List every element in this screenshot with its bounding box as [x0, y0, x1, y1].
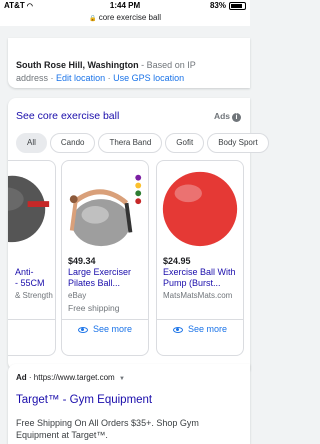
product-card[interactable]: Anti- - 55CM & Strength more: [8, 160, 56, 356]
see-more-link[interactable]: more: [8, 324, 55, 334]
shopping-ads-card: See core exercise ball Ads i All Cando Ther…: [8, 98, 269, 370]
lock-icon: 🔒: [89, 16, 97, 22]
product-store: & Strength: [15, 291, 53, 300]
chip-gofit[interactable]: Gofit: [165, 133, 205, 153]
product-name: Large Exerciser Pilates Ball...: [68, 267, 132, 288]
address-query: core exercise ball: [98, 13, 161, 22]
product-divider: [8, 319, 55, 320]
battery-percent: 83%: [209, 1, 226, 10]
ad-title-link[interactable]: Target™ - Gym Equipment: [16, 394, 152, 406]
see-more-link[interactable]: See more: [62, 324, 148, 334]
chip-thera-band[interactable]: Thera Band: [98, 133, 163, 153]
battery-icon: [229, 2, 246, 10]
use-gps-link[interactable]: Use GPS location: [113, 73, 184, 83]
product-card[interactable]: $24.95 Exercise Ball With Pump (Burst...…: [156, 160, 244, 356]
location-card: South Rose Hill, Washington - Based on I…: [8, 38, 250, 88]
product-name: Anti- - 55CM: [15, 267, 45, 288]
ad-badge: Ad: [16, 373, 27, 382]
info-icon[interactable]: i: [232, 113, 241, 122]
product-price: $24.95: [163, 256, 191, 266]
see-more-label: See more: [92, 324, 133, 334]
eye-icon: [77, 326, 88, 333]
shopping-title[interactable]: See core exercise ball: [16, 110, 119, 122]
location-place: South Rose Hill, Washington: [16, 60, 139, 70]
edit-location-link[interactable]: Edit location: [56, 73, 105, 83]
address-bar[interactable]: 🔒 core exercise ball: [0, 12, 250, 26]
ad-url-line: Ad · https://www.target.com ▼: [16, 373, 125, 382]
caret-down-icon[interactable]: ▼: [119, 376, 125, 382]
product-shipping: Free shipping: [68, 303, 120, 313]
location-line: South Rose Hill, Washington - Based on I…: [16, 60, 196, 70]
product-image: [69, 174, 142, 247]
chip-cando[interactable]: Cando: [49, 133, 96, 153]
chip-all[interactable]: All: [16, 133, 47, 153]
product-store: MatsMatsMats.com: [163, 291, 233, 300]
product-carousel[interactable]: Anti- - 55CM & Strength more $49.34 Larg…: [8, 160, 250, 370]
ads-text: Ads: [213, 111, 230, 121]
ads-label: Ads i: [214, 111, 241, 122]
location-based-on: Based on IP: [146, 60, 196, 70]
status-bar: AT&T ◠ 1:44 PM 83%: [0, 0, 250, 12]
product-image: [162, 171, 238, 247]
text-ad-card: Ad · https://www.target.com ▼ Target™ - …: [8, 364, 250, 444]
product-name: Exercise Ball With Pump (Burst...: [163, 267, 236, 288]
location-address-word: address: [16, 73, 49, 83]
location-separator: -: [138, 60, 147, 70]
see-more-label: See more: [187, 324, 228, 334]
see-more-link[interactable]: See more: [157, 324, 243, 334]
product-card[interactable]: $49.34 Large Exerciser Pilates Ball... e…: [61, 160, 149, 356]
location-actions: address · Edit location · Use GPS locati…: [16, 73, 184, 83]
product-image: [8, 175, 50, 243]
product-divider: [62, 319, 148, 320]
product-divider: [157, 319, 243, 320]
eye-icon: [172, 326, 183, 333]
product-price: $49.34: [68, 256, 96, 266]
ad-description: Free Shipping On All Orders $35+. Shop G…: [16, 418, 199, 440]
ad-url: https://www.target.com: [33, 373, 115, 382]
chip-body-sport[interactable]: Body Sport: [207, 133, 269, 153]
filter-chips: All Cando Thera Band Gofit Body Sport: [16, 132, 272, 153]
product-store: eBay: [68, 291, 87, 300]
